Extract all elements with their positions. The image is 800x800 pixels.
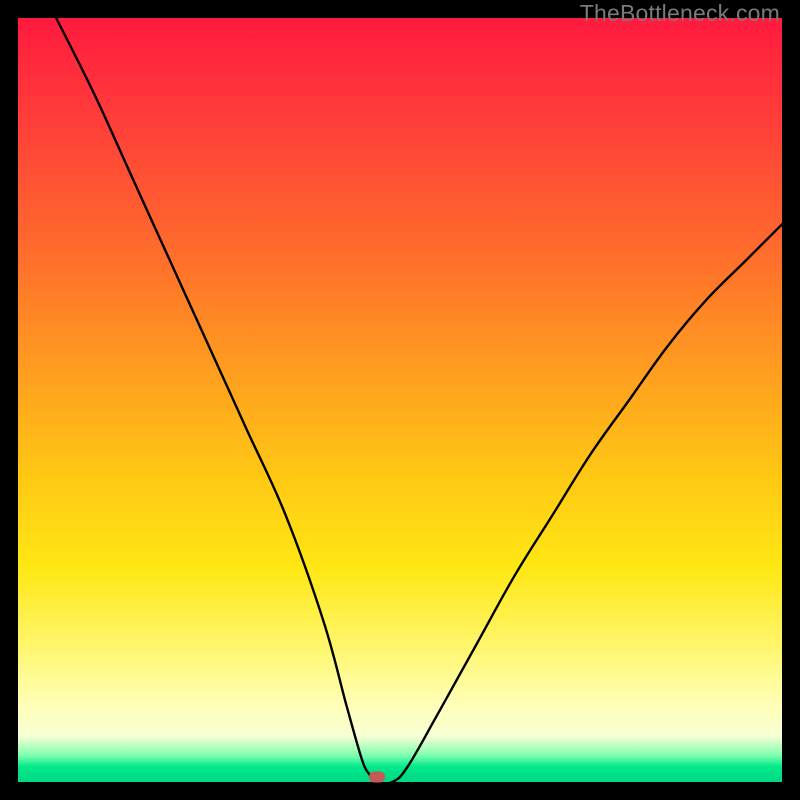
watermark-text: TheBottleneck.com <box>580 0 780 27</box>
chart-frame: TheBottleneck.com <box>0 0 800 800</box>
plot-area <box>18 18 782 782</box>
bottleneck-curve <box>18 18 782 782</box>
optimal-point-marker <box>369 772 385 783</box>
